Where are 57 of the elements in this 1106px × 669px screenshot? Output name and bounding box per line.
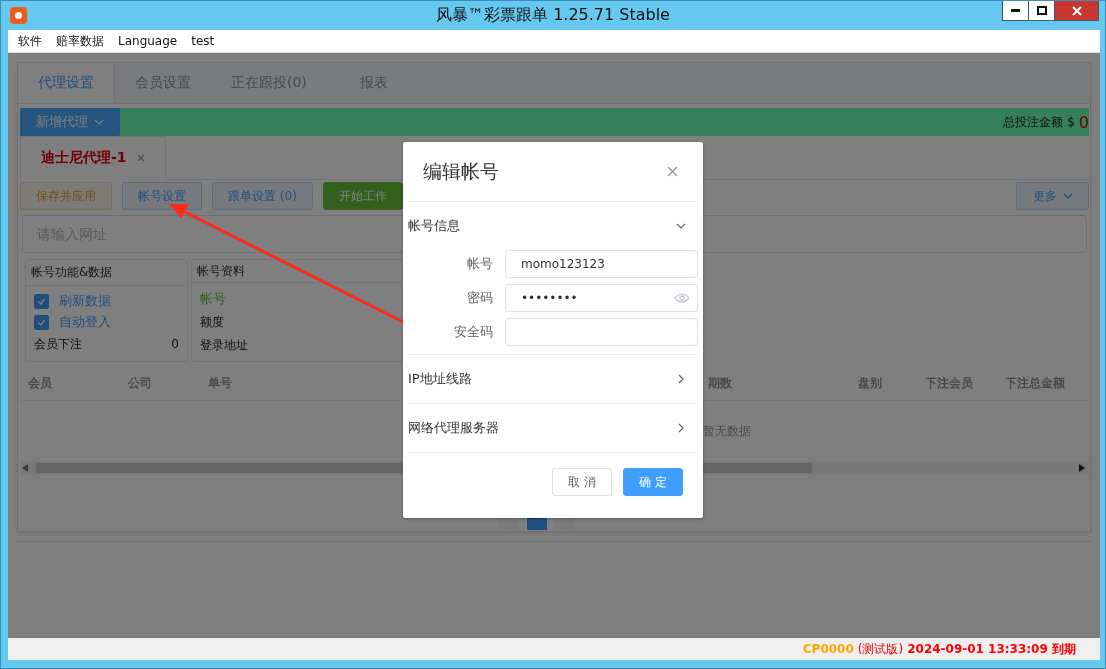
- total-bet-label: 总投注金额 $: [1003, 113, 1075, 131]
- close-icon: [1071, 5, 1082, 16]
- checkbox-label[interactable]: 刷新数据: [59, 292, 111, 310]
- input-field[interactable]: momo123123: [505, 250, 698, 278]
- app-logo-icon: [10, 7, 27, 24]
- scroll-right-icon[interactable]: [1079, 464, 1085, 472]
- profile-field: 帐号: [200, 289, 226, 309]
- caret-icon: [94, 117, 104, 127]
- agent-tab[interactable]: 迪士尼代理-1: [20, 136, 166, 180]
- card-title: 帐号功能&数据: [26, 260, 187, 286]
- collapse-header[interactable]: 帐号信息: [408, 202, 698, 250]
- more-button[interactable]: 更多: [1016, 182, 1089, 210]
- input-field[interactable]: ••••••••: [505, 284, 698, 312]
- field-label: 密码: [466, 289, 494, 307]
- license-code: CP0000: [802, 642, 854, 656]
- stat-value: 0: [171, 337, 179, 351]
- total-bet-value: 0: [1078, 112, 1089, 132]
- stat-label: 会员下注: [34, 335, 82, 353]
- minimize-button[interactable]: [1002, 1, 1029, 21]
- check-icon: [37, 296, 46, 306]
- dialog-button[interactable]: 取 消: [552, 468, 612, 496]
- add-agent-dropdown[interactable]: 新增代理: [20, 108, 120, 136]
- close-icon[interactable]: [136, 154, 145, 162]
- collapse-header[interactable]: IP地址线路: [408, 355, 698, 404]
- field-label: 安全码: [453, 323, 494, 341]
- action-button[interactable]: 跟单设置 (0): [212, 182, 313, 210]
- action-button[interactable]: 帐号设置: [122, 182, 202, 210]
- checkbox[interactable]: [34, 293, 49, 309]
- dialog-button[interactable]: 确 定: [623, 468, 683, 496]
- collapse-header[interactable]: 网络代理服务器: [408, 404, 698, 453]
- chevron-icon: [676, 221, 686, 231]
- action-button[interactable]: 保存并应用: [20, 182, 112, 210]
- caret-icon: [1062, 191, 1073, 201]
- dialog-title: 编辑帐号: [423, 158, 499, 184]
- menu-item[interactable]: 软件: [18, 32, 42, 50]
- chevron-icon: [676, 423, 686, 433]
- menu-item[interactable]: 赔率数据: [56, 32, 104, 50]
- profile-field: 登录地址: [200, 335, 248, 355]
- checkbox[interactable]: [34, 314, 49, 330]
- check-icon: [37, 317, 46, 327]
- input-field[interactable]: [505, 318, 698, 346]
- scroll-left-icon[interactable]: [22, 464, 28, 472]
- maximize-button[interactable]: [1028, 1, 1055, 21]
- action-button[interactable]: 开始工作: [322, 182, 403, 210]
- expiry-text: 2024-09-01 13:33:09 到期: [907, 640, 1076, 658]
- chevron-icon: [676, 374, 686, 384]
- edition-text: (测试版): [857, 640, 904, 658]
- tab[interactable]: 代理设置: [18, 63, 115, 103]
- checkbox-label[interactable]: 自动登入: [59, 313, 111, 331]
- profile-field: 额度: [200, 312, 224, 332]
- menu-item[interactable]: Language: [118, 34, 178, 48]
- close-button[interactable]: [1054, 1, 1099, 21]
- maximize-icon: [1036, 6, 1047, 15]
- menu-item[interactable]: test: [191, 34, 215, 48]
- close-icon[interactable]: [667, 166, 678, 177]
- window-title: 风暴™彩票跟单 1.25.71 Stable: [436, 5, 670, 26]
- minimize-icon: [1011, 9, 1020, 12]
